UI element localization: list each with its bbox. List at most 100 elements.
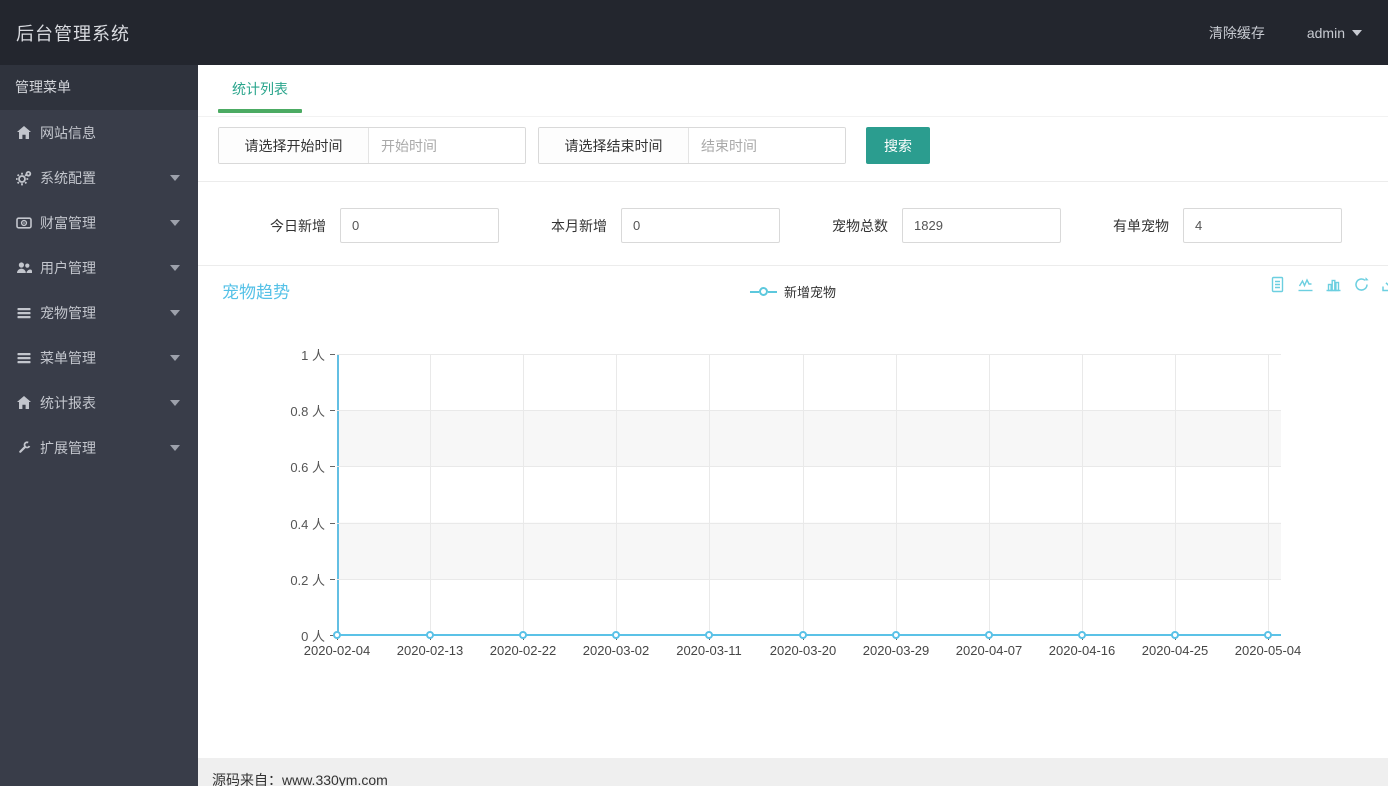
line-chart-icon[interactable]	[1297, 276, 1314, 293]
data-point	[1171, 631, 1179, 639]
footer: 源码来自：www.330ym.com	[198, 758, 1388, 786]
y-axis-tick	[330, 523, 335, 524]
data-view-icon[interactable]	[1269, 276, 1286, 293]
series-line-new-pets	[337, 634, 1281, 636]
sidebar-item-label: 宠物管理	[40, 304, 96, 321]
bar-chart-icon[interactable]	[1325, 276, 1342, 293]
stat-value-input[interactable]	[621, 208, 780, 243]
sidebar-item-label: 用户管理	[40, 259, 96, 276]
grid-line-vertical	[430, 354, 431, 635]
sidebar-item-3[interactable]: 用户管理	[0, 245, 198, 290]
sidebar-item-label: 扩展管理	[40, 439, 96, 456]
sidebar-nav: 网站信息系统配置财富管理用户管理宠物管理菜单管理统计报表扩展管理	[0, 110, 198, 470]
data-point	[519, 631, 527, 639]
x-axis-label: 2020-02-04	[303, 643, 371, 658]
sidebar-menu-title: 管理菜单	[0, 65, 198, 110]
y-axis-label: 0.8 人	[290, 404, 325, 419]
grid-line-vertical	[523, 354, 524, 635]
grid-line-vertical	[1175, 354, 1176, 635]
y-axis-label: 0.4 人	[290, 517, 325, 532]
stat-value-input[interactable]	[1183, 208, 1342, 243]
tab-bar: 统计列表	[198, 65, 1388, 117]
stat-value-input[interactable]	[902, 208, 1061, 243]
grid-line-vertical	[709, 354, 710, 635]
sidebar-item-label: 菜单管理	[40, 349, 96, 366]
legend-item-new-pets[interactable]: 新增宠物	[749, 282, 836, 301]
y-axis-label: 1 人	[301, 348, 325, 363]
y-axis-tick	[330, 579, 335, 580]
stat-label: 宠物总数	[832, 217, 888, 234]
chart-title: 宠物趋势	[222, 283, 290, 302]
grid-line-vertical	[1082, 354, 1083, 635]
stat-label: 有单宠物	[1113, 217, 1169, 234]
username: admin	[1306, 24, 1345, 41]
restore-icon[interactable]	[1353, 276, 1370, 293]
list-icon	[15, 304, 32, 321]
data-point	[985, 631, 993, 639]
data-point	[1264, 631, 1272, 639]
stat-cell-1: 本月新增	[499, 208, 780, 243]
user-dropdown[interactable]: admin	[1307, 25, 1362, 41]
data-point	[1078, 631, 1086, 639]
clear-cache-link[interactable]: 清除缓存	[1209, 23, 1265, 43]
users-icon	[15, 259, 32, 276]
sidebar-item-5[interactable]: 菜单管理	[0, 335, 198, 380]
x-axis-label: 2020-03-02	[582, 643, 650, 658]
grid-line-vertical	[896, 354, 897, 635]
search-button[interactable]: 搜索	[866, 127, 930, 164]
x-axis-label: 2020-02-22	[489, 643, 557, 658]
stat-value-input[interactable]	[340, 208, 499, 243]
stats-row: 今日新增 本月新增 宠物总数 有单宠物	[198, 182, 1388, 266]
grid-line-horizontal	[337, 410, 1281, 411]
sidebar-item-0[interactable]: 网站信息	[0, 110, 198, 155]
y-axis-tick	[330, 354, 335, 355]
x-axis-label: 2020-04-16	[1048, 643, 1116, 658]
grid-line-vertical	[1268, 354, 1269, 635]
start-date-input[interactable]	[369, 128, 525, 163]
top-header: 后台管理系统 清除缓存 admin	[0, 0, 1388, 65]
end-date-input[interactable]	[689, 128, 845, 163]
sidebar-item-2[interactable]: 财富管理	[0, 200, 198, 245]
topbar-right: 清除缓存 admin	[1209, 23, 1388, 43]
grid-line-horizontal	[337, 354, 1281, 355]
sidebar-item-6[interactable]: 统计报表	[0, 380, 198, 425]
sidebar-item-label: 财富管理	[40, 214, 96, 231]
stat-cell-0: 今日新增	[218, 208, 499, 243]
sidebar-item-7[interactable]: 扩展管理	[0, 425, 198, 470]
chevron-down-icon	[1352, 29, 1362, 36]
chevron-down-icon	[170, 219, 180, 226]
grid-line-horizontal	[337, 466, 1281, 467]
save-image-icon[interactable]	[1381, 276, 1388, 293]
data-point	[426, 631, 434, 639]
x-axis-label: 2020-03-29	[862, 643, 930, 658]
gears-icon	[15, 169, 32, 186]
x-axis-label: 2020-03-20	[769, 643, 837, 658]
app-title: 后台管理系统	[16, 23, 130, 44]
end-date-picker-button[interactable]: 请选择结束时间	[539, 128, 689, 163]
x-axis-label: 2020-04-07	[955, 643, 1023, 658]
money-icon	[15, 214, 32, 231]
start-date-picker-button[interactable]: 请选择开始时间	[219, 128, 369, 163]
sidebar-item-1[interactable]: 系统配置	[0, 155, 198, 200]
chart-plot-area	[337, 354, 1281, 635]
start-date-group: 请选择开始时间	[218, 127, 526, 164]
end-date-group: 请选择结束时间	[538, 127, 846, 164]
grid-line-horizontal	[337, 523, 1281, 524]
sidebar: 管理菜单 网站信息系统配置财富管理用户管理宠物管理菜单管理统计报表扩展管理	[0, 65, 198, 786]
y-axis-label: 0 人	[301, 629, 325, 644]
stat-cell-2: 宠物总数	[780, 208, 1061, 243]
sidebar-item-4[interactable]: 宠物管理	[0, 290, 198, 335]
grid-line-vertical	[616, 354, 617, 635]
tab-statistics-list[interactable]: 统计列表	[218, 65, 302, 113]
x-axis-label: 2020-03-11	[676, 643, 742, 658]
y-axis-label: 0.2 人	[290, 573, 325, 588]
x-axis-label: 2020-05-04	[1234, 643, 1302, 658]
x-axis-label: 2020-04-25	[1141, 643, 1209, 658]
home-icon	[15, 394, 32, 411]
chevron-down-icon	[170, 444, 180, 451]
home-icon	[15, 124, 32, 141]
stat-label: 本月新增	[551, 217, 607, 234]
chart-toolbox	[1269, 276, 1388, 293]
data-point	[892, 631, 900, 639]
sidebar-item-label: 网站信息	[40, 124, 96, 141]
